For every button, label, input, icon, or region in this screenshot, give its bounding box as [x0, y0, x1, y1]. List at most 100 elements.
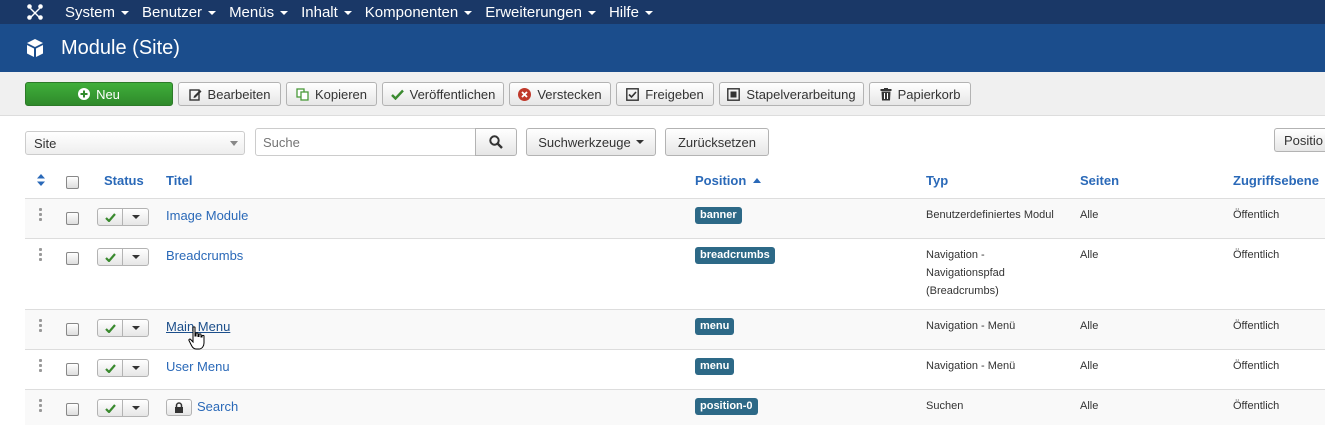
client-select[interactable]: Site: [25, 131, 245, 155]
select-all-checkbox[interactable]: [66, 176, 79, 189]
checked-out-lock-button[interactable]: [166, 399, 192, 416]
status-toggle[interactable]: [97, 359, 149, 377]
caret-down-icon: [464, 11, 473, 15]
drag-handle-icon[interactable]: [39, 319, 42, 334]
new-button[interactable]: Neu: [25, 82, 173, 106]
row-checkbox[interactable]: [66, 363, 79, 376]
table-row: Image Module banner Benutzerdefiniertes …: [25, 199, 1325, 239]
module-title-link[interactable]: Search: [197, 399, 238, 414]
sort-order-icon[interactable]: [37, 174, 45, 189]
published-check-icon[interactable]: [97, 319, 123, 337]
publish-button[interactable]: Veröffentlichen: [382, 82, 504, 106]
module-title-link[interactable]: Image Module: [166, 208, 248, 223]
batch-button[interactable]: Stapelverarbeitung: [719, 82, 864, 106]
module-type-line: Benutzerdefiniertes Modul: [926, 209, 1054, 221]
drag-handle-icon[interactable]: [39, 248, 42, 263]
check-icon: [390, 89, 404, 100]
topnav-help[interactable]: Hilfe: [606, 0, 663, 24]
topnav-extensions[interactable]: Erweiterungen: [482, 0, 606, 24]
trash-button-label: Papierkorb: [897, 86, 961, 102]
header-pages[interactable]: Seiten: [1080, 173, 1119, 188]
module-type: Suchen: [926, 397, 963, 415]
square-icon: [727, 87, 741, 101]
search-tools-button[interactable]: Suchwerkzeuge: [526, 128, 656, 156]
row-checkbox[interactable]: [66, 323, 79, 336]
topnav-label: Komponenten: [364, 3, 459, 21]
status-toggle[interactable]: [97, 208, 149, 226]
status-dropdown-button[interactable]: [123, 319, 149, 337]
topnav-components[interactable]: Komponenten: [362, 0, 482, 24]
topnav-label: Hilfe: [608, 3, 639, 21]
topnav-label: Erweiterungen: [485, 3, 582, 21]
drag-handle-icon[interactable]: [39, 399, 42, 414]
status-toggle[interactable]: [97, 319, 149, 337]
topnav-label: Inhalt: [301, 3, 338, 21]
row-checkbox[interactable]: [66, 252, 79, 265]
unpublish-button[interactable]: Verstecken: [509, 82, 611, 106]
header-title[interactable]: Titel: [166, 173, 193, 188]
module-title-link[interactable]: User Menu: [166, 359, 230, 374]
header-access[interactable]: Zugriffsebene: [1233, 173, 1319, 188]
page-header: Module (Site): [0, 24, 1325, 72]
header-status[interactable]: Status: [104, 173, 144, 188]
checkin-button[interactable]: Freigeben: [616, 82, 714, 106]
published-check-icon[interactable]: [97, 248, 123, 266]
row-checkbox[interactable]: [66, 403, 79, 416]
select-arrow-icon: [230, 141, 238, 146]
caret-up-icon: [752, 178, 761, 183]
status-dropdown-button[interactable]: [123, 248, 149, 266]
trash-icon: [880, 87, 892, 101]
position-badge: breadcrumbs: [695, 247, 775, 264]
search-button[interactable]: [475, 128, 517, 156]
header-type[interactable]: Typ: [926, 173, 948, 188]
module-access: Öffentlich: [1233, 320, 1280, 332]
caret-down-icon: [131, 215, 140, 219]
hand-cursor-icon: [188, 326, 205, 350]
copy-button[interactable]: Kopieren: [286, 82, 377, 106]
joomla-logo-icon[interactable]: [22, 0, 48, 24]
module-pages: Alle: [1080, 360, 1099, 372]
topnav-menus[interactable]: Menüs: [226, 0, 298, 24]
header-position[interactable]: Position: [695, 173, 761, 188]
caret-down-icon: [131, 255, 140, 259]
status-toggle[interactable]: [97, 399, 149, 417]
sort-select[interactable]: Positio: [1274, 128, 1325, 152]
batch-button-label: Stapelverarbeitung: [746, 86, 856, 102]
module-type: Benutzerdefiniertes Modul: [926, 206, 1054, 224]
topnav-label: Menüs: [229, 3, 275, 21]
times-circle-icon: [518, 87, 532, 101]
header-position-label: Position: [695, 173, 747, 188]
edit-button[interactable]: Bearbeiten: [178, 82, 281, 106]
position-badge: banner: [695, 207, 742, 224]
topnav-users[interactable]: Benutzer: [139, 0, 226, 24]
module-access: Öffentlich: [1233, 400, 1280, 412]
table-row: User Menu menu Navigation - Menü Alle Öf…: [25, 350, 1325, 390]
status-dropdown-button[interactable]: [123, 208, 149, 226]
published-check-icon[interactable]: [97, 359, 123, 377]
table-row: Search position-0 Suchen Alle Öffentlich: [25, 390, 1325, 425]
status-toggle[interactable]: [97, 248, 149, 266]
drag-handle-icon[interactable]: [39, 359, 42, 374]
published-check-icon[interactable]: [97, 208, 123, 226]
module-type: Navigation - Menü: [926, 317, 1015, 335]
table-row: Breadcrumbs breadcrumbs Navigation - Nav…: [25, 239, 1325, 310]
published-check-icon[interactable]: [97, 399, 123, 417]
status-dropdown-button[interactable]: [123, 399, 149, 417]
module-pages: Alle: [1080, 320, 1099, 332]
module-pages: Alle: [1080, 209, 1099, 221]
status-dropdown-button[interactable]: [123, 359, 149, 377]
checkin-button-label: Freigeben: [645, 86, 704, 102]
module-type-line: Navigation - Menü: [926, 360, 1016, 372]
search-input[interactable]: [255, 128, 476, 156]
trash-button[interactable]: Papierkorb: [869, 82, 971, 106]
search-tools-label: Suchwerkzeuge: [538, 134, 631, 150]
caret-down-icon: [131, 406, 140, 410]
row-checkbox[interactable]: [66, 212, 79, 225]
reset-button[interactable]: Zurücksetzen: [665, 128, 769, 156]
module-title-link[interactable]: Breadcrumbs: [166, 248, 243, 263]
drag-handle-icon[interactable]: [39, 208, 42, 223]
topnav-system[interactable]: System: [62, 0, 139, 24]
module-type-line: Navigation - Menü: [926, 320, 1016, 332]
table-header: Status Titel Position Typ Seiten Zugriff…: [25, 164, 1325, 199]
topnav-content[interactable]: Inhalt: [298, 0, 362, 24]
